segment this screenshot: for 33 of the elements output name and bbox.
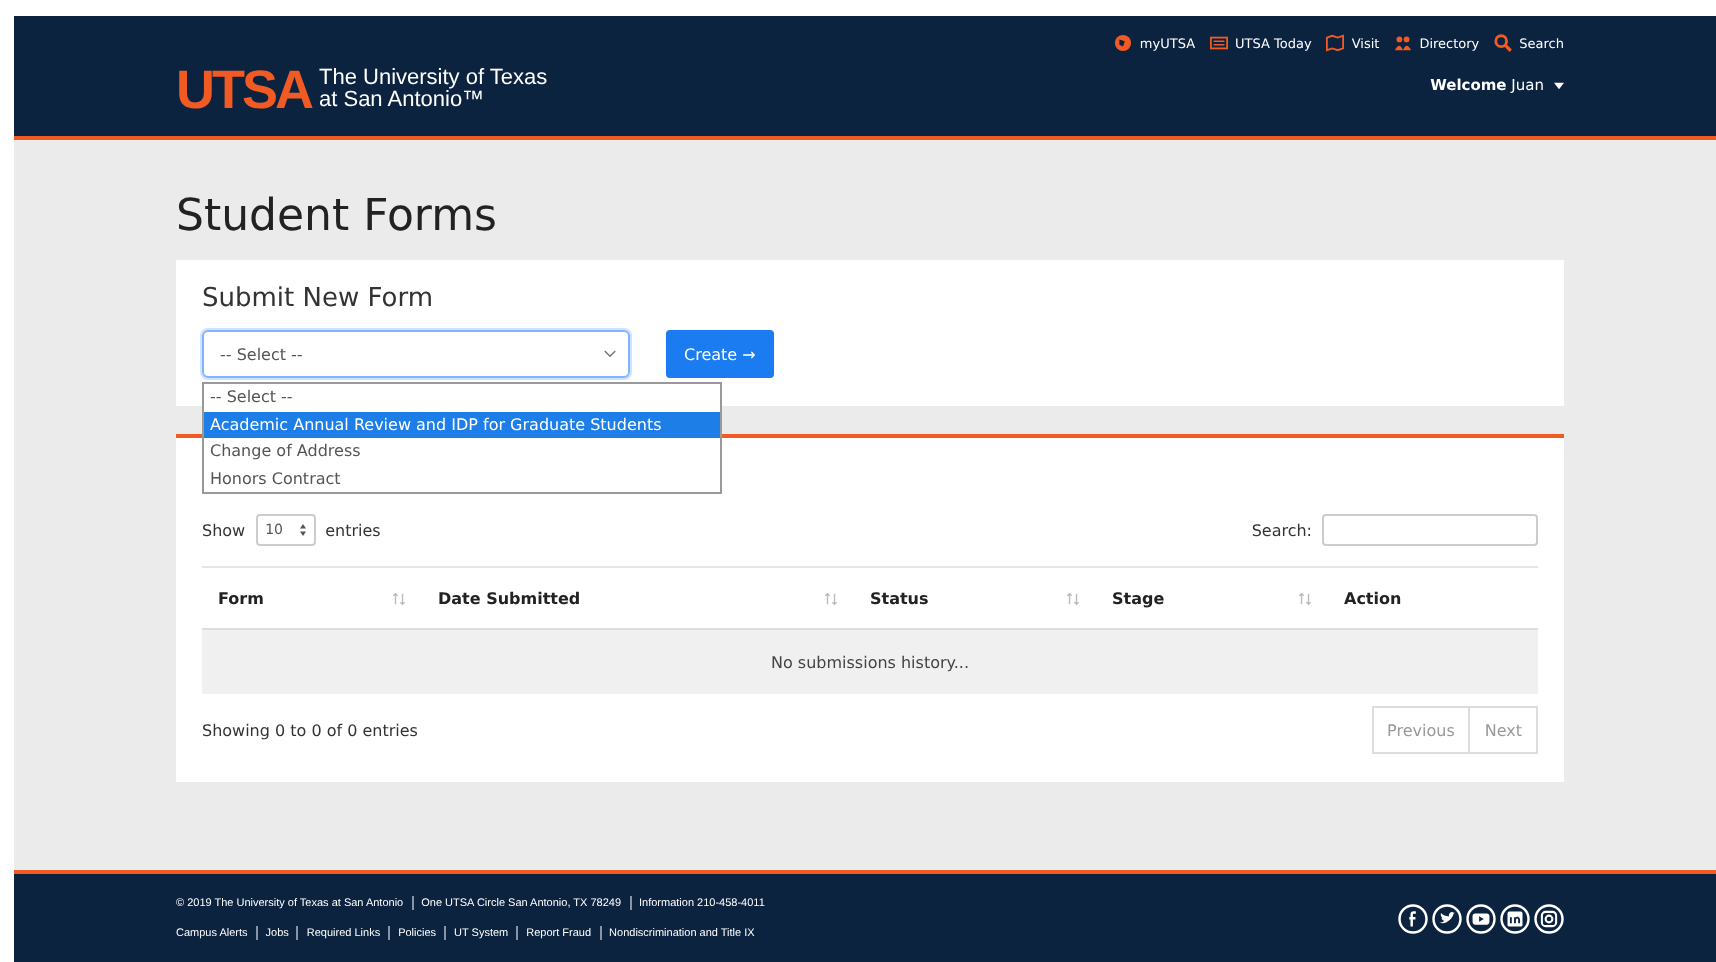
sort-icon (1066, 591, 1080, 605)
university-name: The University of Texas (319, 68, 548, 90)
sort-icon (1298, 591, 1312, 605)
camera-icon[interactable] (1534, 903, 1564, 933)
form-select[interactable]: -- Select -- (202, 330, 630, 378)
newspaper-icon (1209, 34, 1228, 52)
play-icon[interactable] (1466, 903, 1496, 933)
chevron-icon (604, 350, 616, 358)
sort-icon (392, 591, 406, 605)
dropdown-option[interactable]: Change of Address (204, 438, 720, 465)
create-button[interactable]: Create → (666, 330, 774, 378)
globe-icon (1113, 34, 1132, 52)
university-name: at San Antonio™ (319, 90, 487, 112)
search-icon (1493, 34, 1512, 52)
sort-icon (824, 591, 838, 605)
dropdown-option[interactable]: Academic Annual Review and IDP for Graduate Students (204, 411, 720, 438)
empty-message: No submissions history... (202, 629, 1538, 694)
table-info: Showing 0 to 0 of 0 entries (202, 721, 418, 739)
dropdown-option[interactable]: Honors Contract (204, 465, 720, 492)
section-heading: Submit New Form (202, 284, 435, 314)
sort-arrows-icon (299, 524, 306, 536)
people-icon (1393, 34, 1412, 52)
caret-icon (1554, 81, 1564, 89)
map-icon (1325, 34, 1344, 52)
show-label: Show (202, 521, 246, 539)
search-field[interactable] (1322, 514, 1538, 546)
bird-icon[interactable] (1432, 903, 1462, 933)
logo-wordmark[interactable]: UTSA (176, 59, 311, 121)
search-label: Search: (1251, 521, 1312, 539)
page-title: Student Forms (176, 190, 499, 246)
dropdown-option[interactable]: -- Select -- (204, 384, 720, 411)
facebook-icon[interactable] (1398, 903, 1428, 933)
entries-label: entries (325, 521, 381, 539)
